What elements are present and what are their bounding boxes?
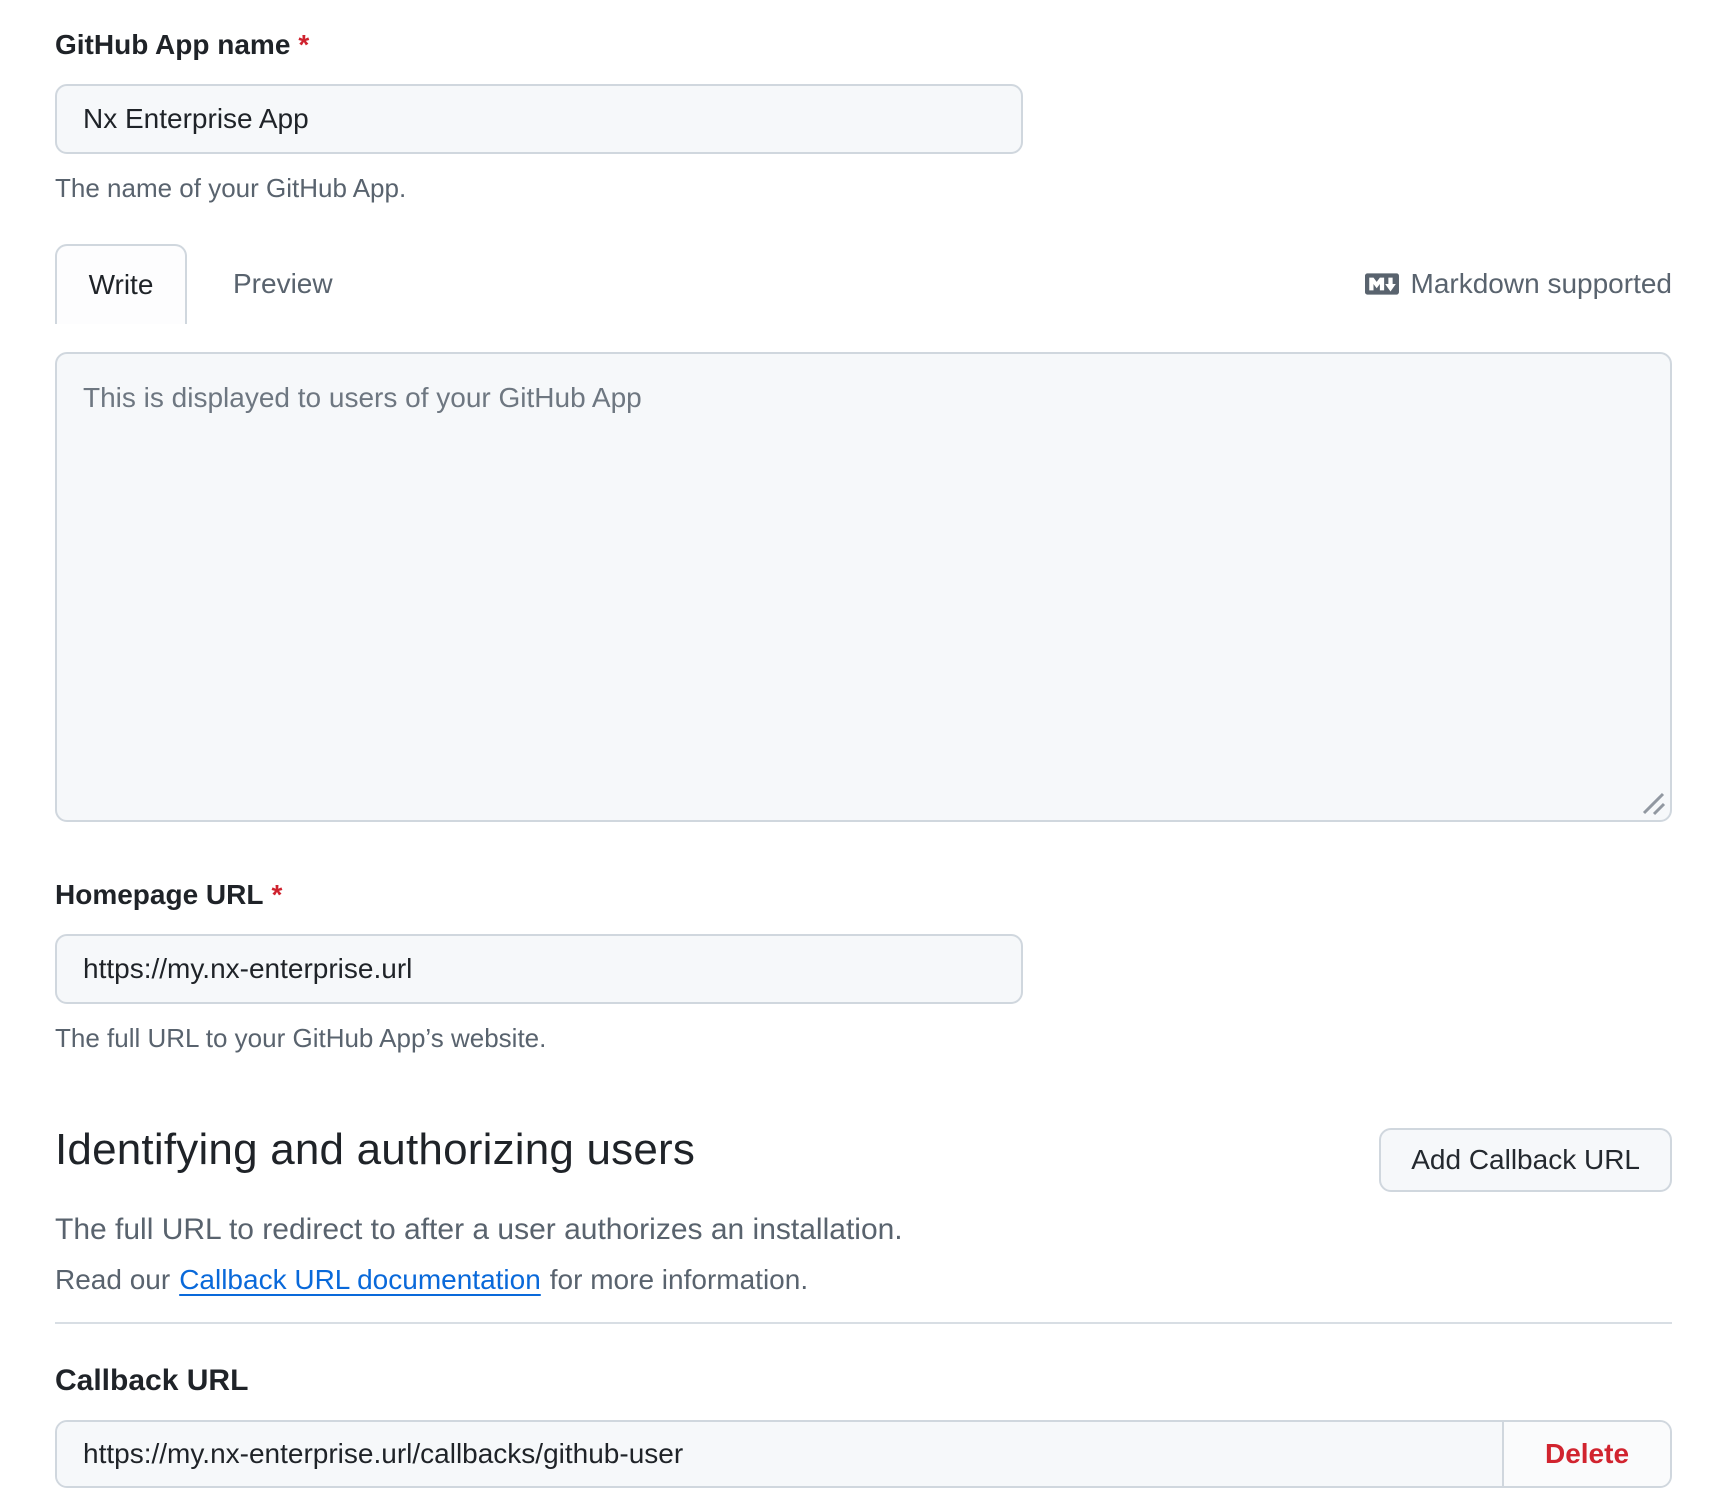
callback-url-row: Delete bbox=[55, 1420, 1672, 1488]
docs-line-prefix: Read our bbox=[55, 1264, 170, 1296]
markdown-icon bbox=[1365, 267, 1399, 301]
homepage-url-label: Homepage URL * bbox=[55, 878, 1672, 912]
resize-handle-icon[interactable] bbox=[1636, 786, 1666, 816]
authorize-section-header: Identifying and authorizing users Add Ca… bbox=[55, 1124, 1672, 1192]
homepage-url-field: Homepage URL * The full URL to your GitHu… bbox=[55, 878, 1672, 1054]
homepage-url-label-text: Homepage URL bbox=[55, 879, 263, 910]
add-callback-url-button[interactable]: Add Callback URL bbox=[1379, 1128, 1672, 1192]
app-name-input[interactable] bbox=[55, 84, 1023, 154]
callback-url-documentation-link[interactable]: Callback URL documentation bbox=[179, 1264, 541, 1296]
callback-url-input[interactable] bbox=[57, 1422, 1502, 1486]
tab-preview[interactable]: Preview bbox=[187, 244, 379, 324]
markdown-supported-note: Markdown supported bbox=[1365, 267, 1672, 301]
docs-line-suffix: for more information. bbox=[550, 1264, 808, 1296]
description-tabs: Write Preview Markdown supported bbox=[55, 244, 1672, 324]
markdown-supported-label: Markdown supported bbox=[1411, 268, 1672, 300]
authorize-section-heading: Identifying and authorizing users bbox=[55, 1124, 695, 1176]
homepage-url-help: The full URL to your GitHub App’s websit… bbox=[55, 1022, 1672, 1054]
delete-callback-url-button[interactable]: Delete bbox=[1502, 1422, 1670, 1486]
tab-write[interactable]: Write bbox=[55, 244, 187, 324]
required-asterisk: * bbox=[271, 879, 282, 910]
github-app-settings-form: GitHub App name * The name of your GitHub… bbox=[0, 0, 1726, 1496]
homepage-url-input[interactable] bbox=[55, 934, 1023, 1004]
app-name-label-text: GitHub App name bbox=[55, 29, 290, 60]
section-divider bbox=[55, 1322, 1672, 1324]
callback-url-label: Callback URL bbox=[55, 1364, 1672, 1398]
app-name-label: GitHub App name * bbox=[55, 28, 1672, 62]
callback-docs-line: Read our Callback URL documentation for … bbox=[55, 1264, 1672, 1296]
app-name-help: The name of your GitHub App. bbox=[55, 172, 1672, 204]
description-textarea[interactable] bbox=[55, 352, 1672, 822]
authorize-section-subtitle: The full URL to redirect to after a user… bbox=[55, 1212, 1672, 1248]
required-asterisk: * bbox=[298, 29, 309, 60]
description-field bbox=[55, 352, 1672, 822]
